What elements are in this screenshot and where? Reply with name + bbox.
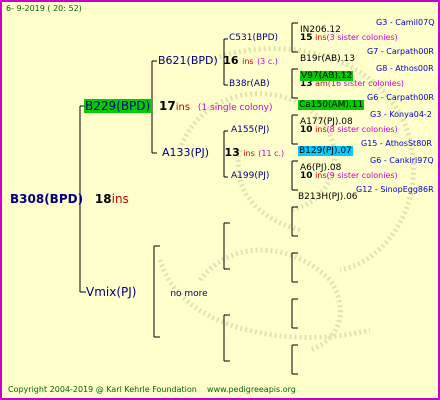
gen1-top-ins: ins: [175, 102, 191, 113]
gen1-top-num: 17: [159, 99, 176, 113]
gen4-name: B19r(AB).13: [300, 54, 355, 64]
gen4-origin: G15 - AthosSt80R: [361, 139, 432, 148]
gen2-a133-node[interactable]: A133(PJ) 13 ins (11 c.): [162, 147, 284, 158]
gen4-name: B129(PJ).07: [298, 146, 353, 156]
gen2-a133-ins: ins: [243, 149, 255, 158]
gen3-a199-stats: 10 ins(9 sister colonies): [300, 172, 398, 181]
gen4-entry[interactable]: B129(PJ).07: [298, 140, 353, 156]
root-label: B308(BPD): [10, 192, 84, 206]
gen3-b38r-label[interactable]: B38r(AB): [229, 80, 270, 89]
gen3-c531-label[interactable]: C531(BPD): [229, 34, 278, 43]
gen2-b621-node[interactable]: B621(BPD) 16 ins (3 c.): [158, 55, 278, 66]
root-ins: ins: [111, 192, 129, 206]
root-node[interactable]: B308(BPD) 18ins: [10, 193, 129, 205]
gen1-top-node[interactable]: B229(BPD) 17ins (1 single colony): [84, 99, 273, 113]
gen1-bottom-node[interactable]: Vmix(PJ) no more: [86, 286, 208, 299]
gen1-bottom-label: Vmix(PJ): [86, 285, 137, 299]
gen4-name: Ca150(AM).11: [298, 100, 365, 110]
gen4-origin: G6 - Cankiri97Q: [370, 156, 434, 165]
gen4-origin: G3 - Konya04-2: [370, 110, 432, 119]
gen4-name: B213H(PJ).06: [298, 192, 358, 202]
gen4-entry[interactable]: IN206.12: [300, 19, 341, 35]
gen4-entry[interactable]: V97(AB).12: [300, 65, 354, 81]
gen1-top-label: B229(BPD): [84, 99, 152, 113]
gen4-origin: G12 - SinopEgg86R: [356, 185, 434, 194]
gen4-entry[interactable]: B213H(PJ).06: [298, 186, 358, 202]
gen2-a133-note: (11 c.): [258, 149, 285, 158]
gen3-b38r-stats: 13 am(16 sister colonies): [300, 80, 404, 89]
date-header: 6- 9-2019 ( 20: 52): [6, 4, 82, 13]
gen4-origin: G3 - Camil07Q: [376, 18, 435, 27]
gen4-entry[interactable]: A177(PJ).08: [300, 111, 353, 127]
gen4-entry[interactable]: B19r(AB).13: [300, 48, 355, 64]
gen1-top-note: (1 single colony): [197, 103, 273, 113]
gen4-name: IN206.12: [300, 25, 341, 35]
gen2-b621-note: (3 c.): [257, 57, 278, 66]
gen4-name: V97(AB).12: [300, 71, 354, 81]
gen2-a133-label: A133(PJ): [162, 146, 209, 159]
gen4-origin: G8 - Athos00R: [376, 64, 434, 73]
gen4-entry[interactable]: Ca150(AM).11: [298, 94, 365, 110]
gen2-b621-ins: ins: [242, 57, 254, 66]
copyright-text: Copyright 2004-2019 @ Karl Kehrle Founda…: [8, 385, 197, 394]
gen3-a155-label[interactable]: A155(PJ): [231, 126, 269, 135]
gen4-entry[interactable]: A6(PJ).08: [300, 157, 341, 173]
root-inbreeding-num: 18: [94, 192, 112, 206]
gen2-b621-label: B621(BPD): [158, 54, 218, 67]
gen4-name: A177(PJ).08: [300, 117, 353, 127]
gen1-bottom-note: no more: [170, 289, 208, 299]
gen3-a199-label[interactable]: A199(PJ): [231, 172, 269, 181]
gen4-origin: G7 - Carpath00R: [367, 47, 434, 56]
footer-url[interactable]: www.pedigreeapis.org: [207, 385, 296, 394]
gen4-name: A6(PJ).08: [300, 163, 342, 173]
gen3-c531-stats: 15 ins(3 sister colonies): [300, 34, 398, 43]
gen2-a133-num: 13: [224, 146, 240, 159]
copyright-footer: Copyright 2004-2019 @ Karl Kehrle Founda…: [8, 386, 296, 394]
gen4-origin: G6 - Carpath00R: [367, 93, 434, 102]
gen3-a155-stats: 10 ins(8 sister colonies): [300, 126, 398, 135]
gen2-b621-num: 16: [223, 54, 239, 67]
